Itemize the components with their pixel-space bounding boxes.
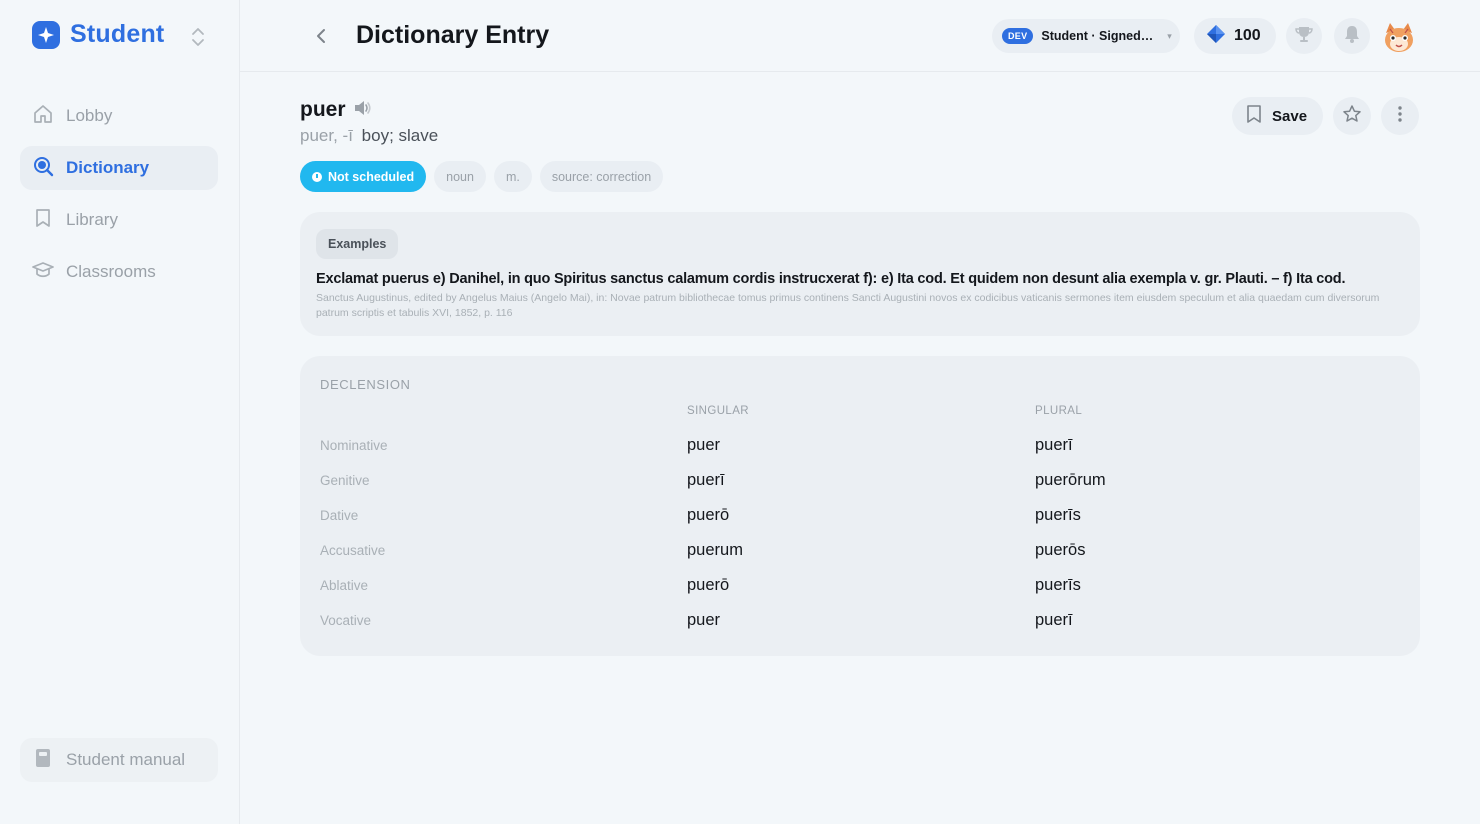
example-sentence: Exclamat puerus e) Danihel, in quo Spiri… bbox=[316, 271, 1346, 287]
gloss: boy; slave bbox=[361, 126, 439, 145]
entry-header: puer puer, -ī boy; slave bbox=[300, 98, 438, 146]
avatar[interactable] bbox=[1380, 19, 1418, 57]
tag-gender: m. bbox=[493, 161, 532, 192]
principal-parts: puer, -ī bbox=[300, 126, 353, 145]
trophy-icon bbox=[1294, 24, 1314, 49]
page-title: Dictionary Entry bbox=[356, 21, 550, 49]
sidebar-item-library[interactable]: Library bbox=[20, 198, 218, 242]
declension-table: DECLENSION SINGULAR PLURAL Nominative pu… bbox=[300, 356, 1420, 656]
save-label: Save bbox=[1272, 107, 1308, 125]
status-badge[interactable]: Not scheduled bbox=[300, 161, 427, 192]
case-name: Ablative bbox=[320, 578, 369, 593]
status-label: Not scheduled bbox=[328, 169, 415, 184]
table-row: Nominative puer puerī bbox=[300, 436, 1420, 473]
top-bar: Dictionary Entry DEV Student · Signed… ▾… bbox=[240, 0, 1480, 72]
plural-form: puerīs bbox=[1035, 506, 1081, 524]
table-row: Vocative puer puerī bbox=[300, 611, 1420, 648]
sidebar: Student Lobby Dictionary Library Classro… bbox=[0, 0, 240, 824]
student-manual-button[interactable]: Student manual bbox=[20, 738, 218, 782]
sidebar-nav: Lobby Dictionary Library Classrooms bbox=[20, 94, 218, 302]
gem-icon bbox=[1206, 24, 1226, 49]
tag-pos: noun bbox=[434, 161, 486, 192]
save-button[interactable]: Save bbox=[1232, 97, 1323, 135]
declension-title: DECLENSION bbox=[320, 377, 411, 392]
case-name: Nominative bbox=[320, 438, 388, 453]
singular-form: puer bbox=[687, 436, 721, 454]
singular-form: puerī bbox=[687, 471, 725, 489]
singular-form: puerum bbox=[687, 541, 743, 559]
back-chevron-icon[interactable] bbox=[310, 24, 332, 48]
brand-name: Student bbox=[70, 20, 165, 48]
table-row: Ablative puerō puerīs bbox=[300, 576, 1420, 613]
more-options-button[interactable] bbox=[1381, 97, 1419, 135]
home-icon bbox=[32, 103, 54, 130]
sparkle-logo-icon bbox=[32, 20, 60, 49]
env-badge: DEV bbox=[1002, 28, 1034, 44]
plural-form: puerīs bbox=[1035, 576, 1081, 594]
example-source: Sanctus Augustinus, edited by Angelus Ma… bbox=[316, 292, 1380, 319]
plural-form: puerī bbox=[1035, 611, 1073, 629]
plural-header: PLURAL bbox=[1035, 405, 1083, 417]
sidebar-item-label: Classrooms bbox=[66, 262, 156, 281]
singular-form: puer bbox=[687, 611, 721, 629]
user-name: Student · Signed… bbox=[1041, 29, 1154, 43]
examples-card: Examples Exclamat puerus e) Danihel, in … bbox=[300, 212, 1420, 336]
more-vertical-icon bbox=[1397, 105, 1403, 128]
table-row: Dative puerō puerīs bbox=[300, 506, 1420, 543]
singular-form: puerō bbox=[687, 576, 730, 594]
bookmark-icon bbox=[32, 207, 54, 234]
entry-tags: Not scheduled noun m. source: correction bbox=[300, 161, 664, 192]
table-row: Genitive puerī puerōrum bbox=[300, 471, 1420, 508]
gem-count: 100 bbox=[1234, 27, 1261, 44]
case-name: Accusative bbox=[320, 543, 386, 558]
tag-source: source: correction bbox=[539, 161, 664, 192]
plural-form: puerōrum bbox=[1035, 471, 1106, 489]
sidebar-item-label: Library bbox=[66, 210, 118, 229]
user-switcher[interactable]: DEV Student · Signed… ▾ bbox=[992, 19, 1180, 53]
sidebar-item-label: Dictionary bbox=[66, 158, 150, 177]
bell-icon bbox=[1343, 24, 1361, 49]
sidebar-item-lobby[interactable]: Lobby bbox=[20, 94, 218, 138]
sidebar-item-label: Lobby bbox=[66, 106, 113, 125]
chevron-updown-icon[interactable] bbox=[190, 26, 206, 48]
speaker-icon[interactable] bbox=[354, 100, 372, 121]
case-name: Dative bbox=[320, 508, 359, 523]
caret-down-icon: ▾ bbox=[1167, 30, 1172, 41]
trophy-button[interactable] bbox=[1286, 18, 1322, 54]
examples-label: Examples bbox=[316, 229, 399, 259]
graduation-cap-icon bbox=[32, 259, 54, 286]
plural-form: puerōs bbox=[1035, 541, 1086, 559]
sidebar-item-dictionary[interactable]: Dictionary bbox=[20, 146, 218, 190]
student-manual-label: Student manual bbox=[66, 750, 186, 769]
favorite-button[interactable] bbox=[1333, 97, 1371, 135]
table-row: Accusative puerum puerōs bbox=[300, 541, 1420, 578]
lemma: puer bbox=[300, 98, 346, 121]
case-name: Vocative bbox=[320, 613, 372, 628]
search-icon bbox=[32, 155, 54, 182]
star-icon bbox=[1342, 104, 1362, 129]
case-name: Genitive bbox=[320, 473, 370, 488]
book-icon bbox=[34, 748, 52, 773]
bookmark-icon bbox=[1246, 105, 1262, 127]
gem-counter[interactable]: 100 bbox=[1194, 18, 1276, 54]
info-icon bbox=[312, 171, 322, 182]
sidebar-item-classrooms[interactable]: Classrooms bbox=[20, 250, 218, 294]
brand[interactable]: Student bbox=[32, 20, 164, 49]
singular-form: puerō bbox=[687, 506, 730, 524]
plural-form: puerī bbox=[1035, 436, 1073, 454]
singular-header: SINGULAR bbox=[687, 405, 749, 417]
notifications-button[interactable] bbox=[1334, 18, 1370, 54]
